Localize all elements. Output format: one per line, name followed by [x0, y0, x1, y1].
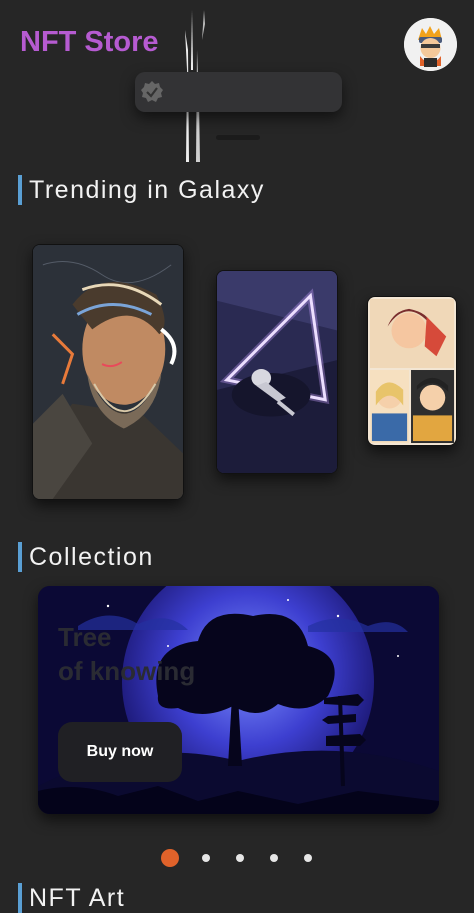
trending-title: Trending in Galaxy	[29, 175, 265, 204]
astronaut-triangle-artwork[interactable]	[216, 270, 338, 474]
nft-art-title: NFT Art	[29, 883, 126, 912]
pagination-dot[interactable]	[202, 854, 210, 862]
pagination-dot[interactable]	[270, 854, 278, 862]
section-accent-bar	[18, 883, 22, 913]
toast-handle	[216, 135, 260, 140]
trending-section-header: Trending in Galaxy	[18, 175, 265, 205]
collection-section-header: Collection	[18, 542, 154, 572]
collection-title: Collection	[29, 542, 154, 571]
ninja-avatar-icon[interactable]	[404, 18, 457, 71]
section-accent-bar	[18, 175, 22, 205]
app-title: NFT Store	[20, 26, 159, 58]
section-accent-bar	[18, 542, 22, 572]
pagination-dot[interactable]	[304, 854, 312, 862]
buy-now-button[interactable]: Buy now	[58, 722, 182, 782]
bearded-man-artwork[interactable]	[32, 244, 184, 500]
banner-title-line2: of knowing	[58, 656, 196, 686]
banner-title-line1: Tree	[58, 622, 112, 652]
check-badge-icon	[141, 81, 163, 102]
pagination-dot-active[interactable]	[161, 849, 179, 867]
app-screen: NFT Store Trending in Galaxy Collection …	[0, 0, 474, 913]
collection-banner[interactable]: Tree of knowing Buy now	[38, 586, 439, 814]
anime-portraits-artwork[interactable]	[367, 296, 457, 446]
toast-notification	[135, 72, 342, 112]
pagination-dot[interactable]	[236, 854, 244, 862]
banner-title: Tree of knowing	[58, 620, 258, 688]
nft-art-section-header: NFT Art	[18, 883, 125, 913]
carousel-pagination	[0, 849, 474, 867]
